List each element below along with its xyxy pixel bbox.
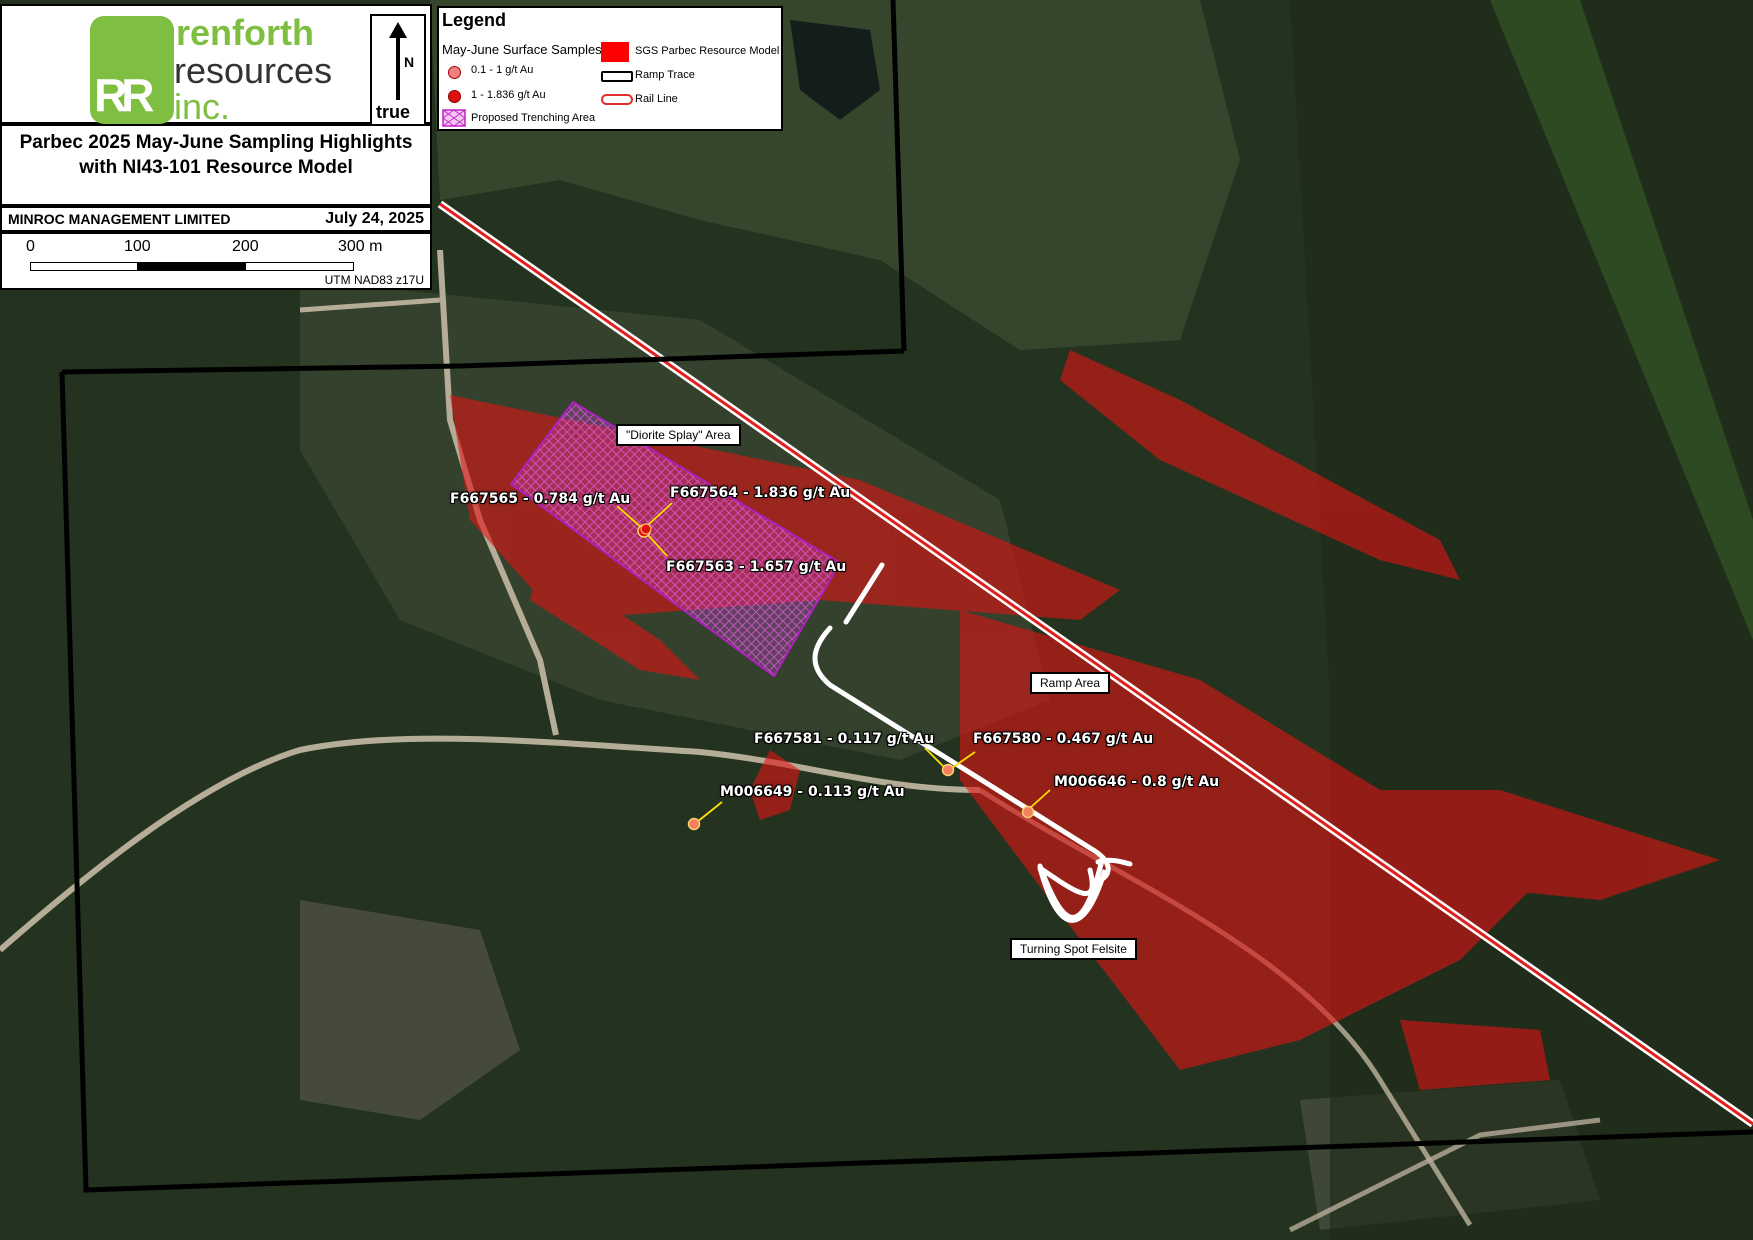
legend-trench-swatch [442,109,466,127]
scale-label-300: 300 m [338,238,383,255]
author-panel: MINROC MANAGEMENT LIMITED July 24, 2025 [0,206,432,232]
map-title-panel: Parbec 2025 May-June Sampling Highlights… [0,124,432,206]
logo-line-1: renforth [176,12,314,53]
scale-segment [245,262,354,271]
callout-turning-spot: Turning Spot Felsite [1010,938,1137,960]
scale-segment [137,262,246,271]
scale-label-0: 0 [26,238,35,255]
legend-samples-heading: May-June Surface Samples [442,42,602,57]
logo-rr-text: RR [94,69,155,121]
legend-title: Legend [442,10,507,30]
sample-label: F667565 - 0.784 g/t Au [450,491,631,507]
legend-panel: Legend May-June Surface Samples 0.1 - 1 … [437,6,783,131]
north-arrow-true-label: true [376,102,411,122]
legend-trench-label: Proposed Trenching Area [471,112,596,124]
sample-point-low[interactable] [941,763,955,777]
sample-point-high[interactable] [640,523,652,535]
sample-point-low[interactable] [1021,805,1035,819]
sample-label: M006646 - 0.8 g/t Au [1054,774,1220,790]
scale-segment [30,262,138,271]
scale-bar-panel: 0 100 200 300 m UTM NAD83 z17U [0,232,432,290]
legend-resource-swatch [601,42,629,62]
author-name: MINROC MANAGEMENT LIMITED [8,211,231,227]
sample-label: F667580 - 0.467 g/t Au [973,731,1154,747]
sample-point-low[interactable] [687,817,701,831]
legend-resource-label: SGS Parbec Resource Model [635,45,780,57]
legend-ramp-swatch [601,71,633,82]
legend-low-grade-swatch [448,66,461,79]
legend-high-grade-label: 1 - 1.836 g/t Au [471,89,546,101]
legend-rail-label: Rail Line [635,93,678,105]
sample-label: F667564 - 1.836 g/t Au [670,485,851,501]
north-arrow: N true [370,14,426,128]
scale-label-200: 200 [232,238,259,255]
sample-label: M006649 - 0.113 g/t Au [720,784,905,800]
callout-ramp-area: Ramp Area [1030,672,1111,694]
north-arrow-n-label: N [404,54,415,70]
projection-label: UTM NAD83 z17U [324,273,424,287]
map-date: July 24, 2025 [325,210,424,227]
legend-rail-swatch [601,94,633,105]
sample-label: F667563 - 1.657 g/t Au [666,559,847,575]
callout-diorite-splay: "Diorite Splay" Area [616,424,741,446]
scale-label-100: 100 [124,238,151,255]
legend-high-grade-swatch [448,90,461,103]
map-title: Parbec 2025 May-June Sampling Highlights… [19,132,413,178]
logo-line-3: inc. [174,86,231,127]
legend-ramp-label: Ramp Trace [635,69,695,81]
sample-label: F667581 - 0.117 g/t Au [754,731,935,747]
legend-low-grade-label: 0.1 - 1 g/t Au [471,64,534,76]
company-logo-panel: RR renforth resources inc. N true [0,4,432,128]
